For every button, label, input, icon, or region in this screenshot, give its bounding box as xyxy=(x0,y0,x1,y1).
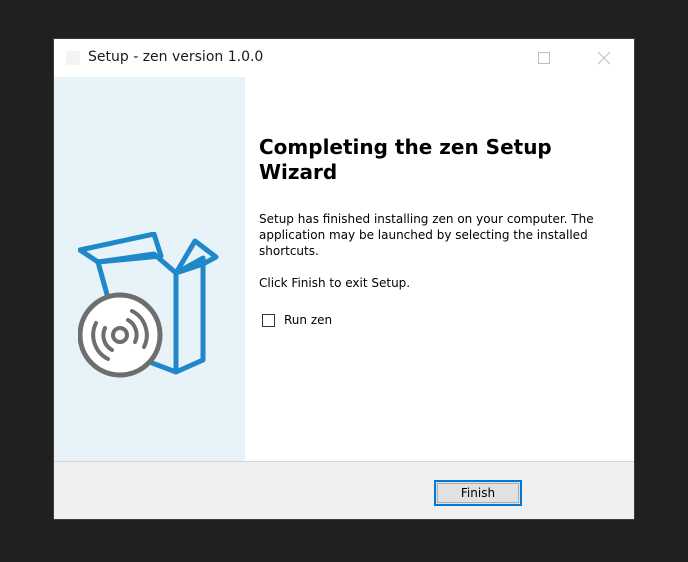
exit-instruction: Click Finish to exit Setup. xyxy=(259,276,411,290)
wizard-sidebar xyxy=(54,77,245,461)
maximize-button[interactable] xyxy=(521,39,567,77)
app-icon xyxy=(66,51,80,65)
finish-label: Finish xyxy=(460,486,496,500)
wizard-heading: Completing the zen Setup Wizard xyxy=(259,135,552,184)
close-button[interactable] xyxy=(581,39,627,77)
close-icon xyxy=(597,51,611,65)
finish-button[interactable]: Finish xyxy=(434,480,522,506)
window-title: Setup - zen version 1.0.0 xyxy=(88,49,264,65)
button-bar: Finish xyxy=(54,461,634,519)
minimize-icon xyxy=(470,57,480,59)
setup-window: Setup - zen version 1.0.0 Completing the… xyxy=(54,39,634,519)
maximize-icon xyxy=(538,52,550,64)
run-zen-option[interactable]: Run zen xyxy=(262,313,332,327)
title-bar[interactable]: Setup - zen version 1.0.0 xyxy=(54,39,634,77)
box-with-disc-icon xyxy=(78,232,219,378)
wizard-content: Completing the zen Setup Wizard Setup ha… xyxy=(245,77,634,461)
minimize-button[interactable] xyxy=(452,39,498,77)
completion-message: Setup has finished installing zen on you… xyxy=(259,212,594,258)
run-zen-label[interactable]: Run zen xyxy=(284,313,332,327)
run-zen-checkbox[interactable] xyxy=(262,313,275,327)
